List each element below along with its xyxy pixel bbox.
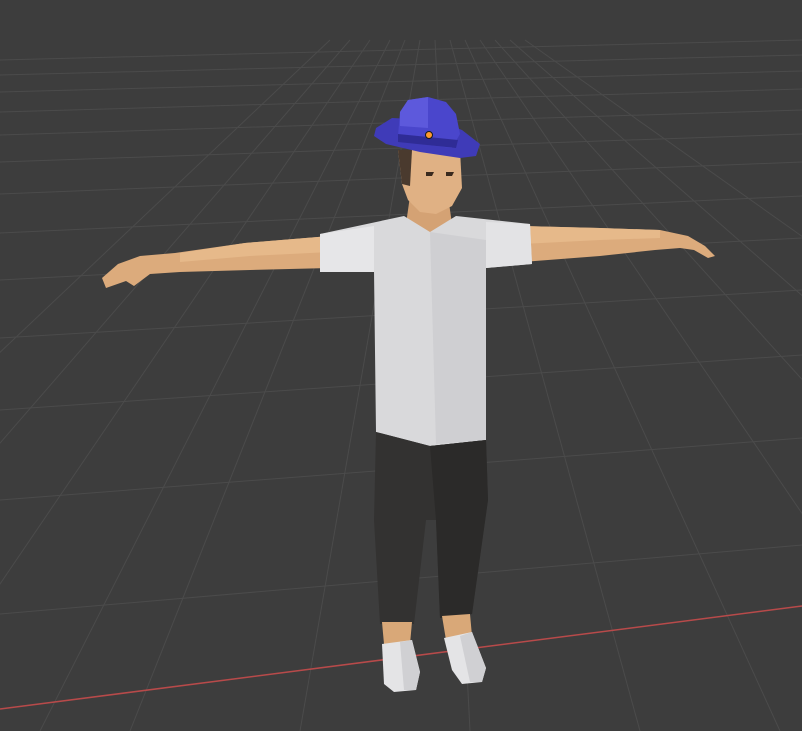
shirt-sleeve-left bbox=[320, 226, 374, 272]
origin-point[interactable] bbox=[425, 131, 433, 139]
shirt-sleeve-right bbox=[486, 222, 532, 268]
shirt-shade bbox=[430, 232, 486, 444]
3d-viewport[interactable] bbox=[0, 0, 802, 731]
